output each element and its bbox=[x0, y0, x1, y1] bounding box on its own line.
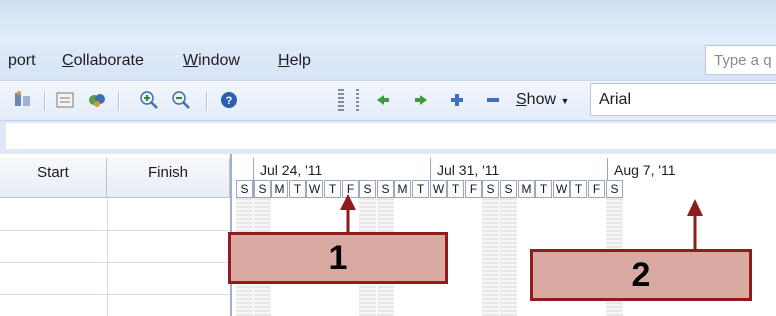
callout-arrows bbox=[340, 194, 703, 249]
arrow-up-2 bbox=[687, 199, 703, 249]
arrow-up-1 bbox=[340, 194, 356, 232]
